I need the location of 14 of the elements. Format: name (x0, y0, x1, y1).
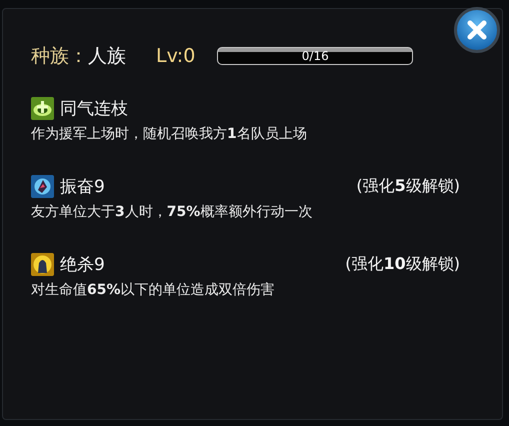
race-label: 种族： (31, 44, 88, 69)
leaf-ring-icon (31, 96, 54, 120)
skill-description: 对生命值65%以下的单位造成双倍伤害 (31, 281, 276, 299)
level-label: Lv:0 (156, 45, 196, 67)
skill-description: 友方单位大于3人时，75%概率额外行动一次 (31, 203, 314, 221)
skill-name: 振奋9 (60, 176, 105, 198)
race-value: 人族 (88, 44, 126, 69)
skill-name: 绝杀9 (60, 254, 105, 276)
unlock-requirement: (强化10级解锁) (345, 254, 460, 274)
close-icon (466, 19, 488, 41)
skill-description: 作为援军上场时，随机召唤我方1名队员上场 (31, 125, 308, 143)
experience-bar: 0/16 (217, 47, 414, 65)
unlock-requirement: (强化5级解锁) (356, 176, 460, 196)
skill-name: 同气连枝 (60, 98, 128, 120)
